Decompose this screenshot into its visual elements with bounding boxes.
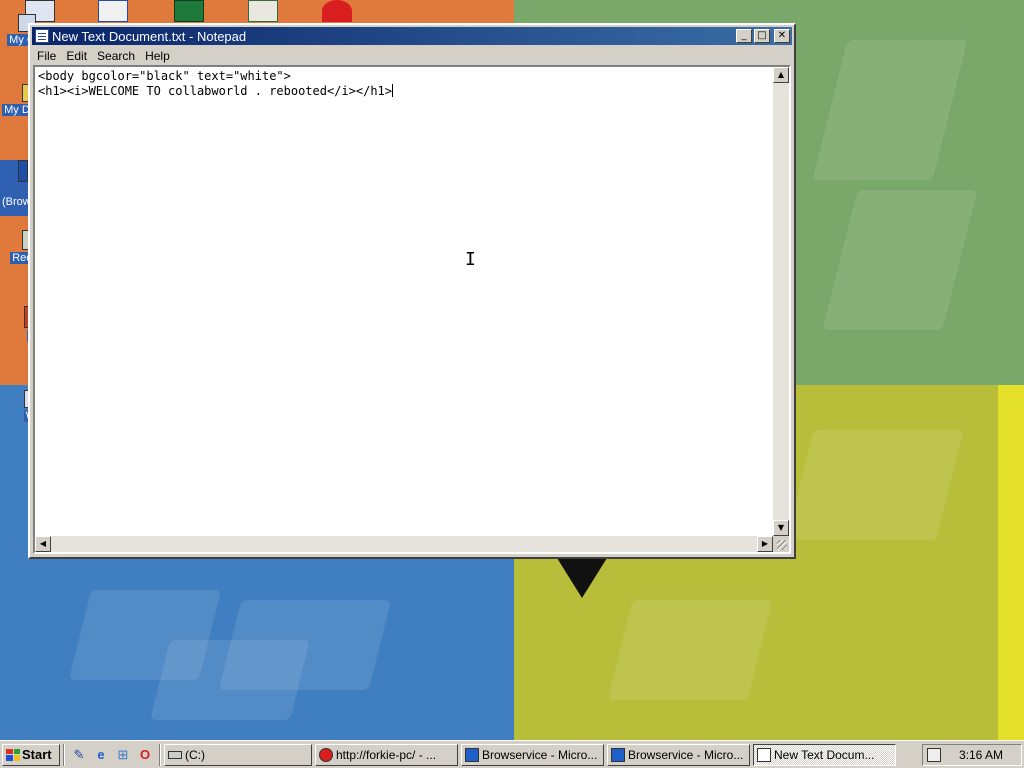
scroll-right-button[interactable]: ▶ — [757, 536, 773, 552]
wallpaper-tile — [607, 600, 773, 700]
menu-edit[interactable]: Edit — [61, 49, 92, 63]
vertical-scrollbar[interactable]: ▲ ▼ — [773, 67, 789, 536]
document-text[interactable]: <body bgcolor="black" text="white"> <h1><… — [38, 69, 394, 99]
menu-bar: File Edit Search Help — [32, 47, 792, 65]
taskbar-separator — [63, 743, 65, 766]
taskbar-separator — [159, 743, 161, 766]
minimize-button[interactable]: _ — [736, 29, 752, 43]
wallpaper-tile — [150, 640, 310, 720]
ie-icon — [465, 747, 479, 762]
task-label: New Text Docum... — [774, 747, 875, 762]
wallpaper-strip — [998, 385, 1024, 740]
taskbar-task-browservice-1[interactable]: Browservice - Micro... — [461, 743, 604, 766]
scroll-up-button[interactable]: ▲ — [773, 67, 789, 83]
quicklaunch-opera-icon[interactable]: O — [136, 746, 154, 764]
system-tray: 3:16 AM — [922, 743, 1022, 766]
taskbar: Start ✎ e ⊞ O (C:) http://forkie-pc/ - .… — [0, 740, 1024, 768]
window-title: New Text Document.txt - Notepad — [52, 28, 247, 44]
desktop-icon-browser[interactable]: (Brow — [0, 160, 33, 216]
quicklaunch-ie-icon[interactable]: e — [92, 746, 110, 764]
start-label: Start — [22, 747, 52, 762]
desktop-icon-top-2[interactable] — [98, 0, 128, 22]
opera-icon[interactable] — [322, 0, 352, 22]
taskbar-task-drive[interactable]: (C:) — [164, 743, 312, 766]
taskbar-task-notepad[interactable]: New Text Docum... — [753, 743, 896, 766]
task-label: Browservice - Micro... — [628, 747, 744, 762]
task-label: Browservice - Micro... — [482, 747, 598, 762]
ie-icon — [18, 160, 28, 182]
text-caret — [392, 84, 394, 97]
drive-icon — [168, 750, 182, 759]
task-label: http://forkie-pc/ - ... — [336, 747, 437, 762]
menu-search[interactable]: Search — [92, 49, 140, 63]
quicklaunch-explorer-icon[interactable]: ⊞ — [114, 746, 132, 764]
maximize-button[interactable]: □ — [754, 29, 770, 43]
resize-grip[interactable] — [773, 536, 789, 552]
notepad-icon — [757, 747, 771, 762]
text-editor[interactable]: <body bgcolor="black" text="white"> <h1><… — [33, 65, 791, 554]
notepad-icon — [35, 29, 49, 43]
ie-icon — [611, 747, 625, 762]
clock[interactable]: 3:16 AM — [959, 748, 1003, 762]
horizontal-scrollbar[interactable]: ◀ ▶ — [35, 536, 773, 552]
excel-icon[interactable] — [174, 0, 204, 22]
wallpaper-tile — [786, 430, 964, 540]
quicklaunch-show-desktop-icon[interactable]: ✎ — [70, 746, 88, 764]
scroll-left-button[interactable]: ◀ — [35, 536, 51, 552]
document-line: <h1><i>WELCOME TO collabworld . rebooted… — [38, 84, 393, 98]
start-button[interactable]: Start — [2, 743, 60, 766]
menu-file[interactable]: File — [32, 49, 61, 63]
document-line: <body bgcolor="black" text="white"> — [38, 69, 291, 83]
ibeam-cursor-icon: I — [465, 249, 476, 270]
menu-help[interactable]: Help — [140, 49, 175, 63]
task-label: (C:) — [185, 747, 205, 762]
close-button[interactable]: ✕ — [774, 29, 790, 43]
taskbar-task-opera[interactable]: http://forkie-pc/ - ... — [315, 743, 458, 766]
scheduler-icon[interactable] — [248, 0, 278, 22]
taskbar-task-browservice-2[interactable]: Browservice - Micro... — [607, 743, 750, 766]
opera-icon — [319, 747, 333, 762]
scroll-down-button[interactable]: ▼ — [773, 520, 789, 536]
tray-app-icon[interactable] — [927, 747, 941, 762]
title-bar[interactable]: New Text Document.txt - Notepad _ □ ✕ — [32, 27, 792, 45]
document-line-with-caret: <h1><i>WELCOME TO collabworld . rebooted… — [38, 84, 394, 99]
windows-logo-icon — [6, 748, 20, 761]
notepad-window[interactable]: New Text Document.txt - Notepad _ □ ✕ Fi… — [28, 23, 796, 559]
